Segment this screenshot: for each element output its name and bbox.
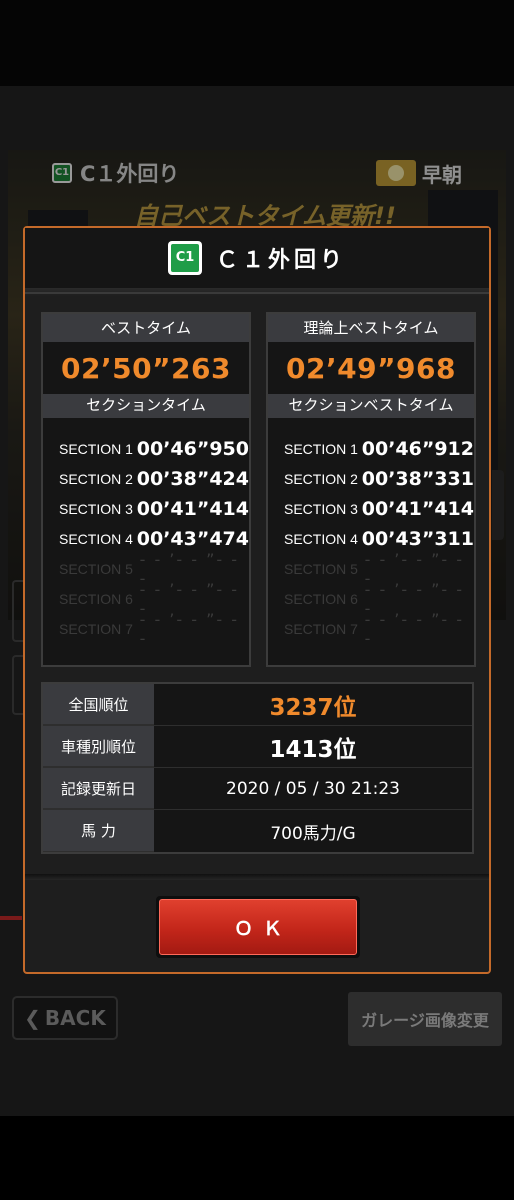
ranking-stats: 全国順位 3237位 車種別順位 1413位 記録更新日 2020 / 05 /… — [41, 682, 474, 854]
horsepower-value: 700馬力/G — [270, 823, 356, 844]
back-label: BACK — [44, 1006, 106, 1030]
section-time: 00’46”950 — [136, 438, 249, 460]
section-time: 00’41”414 — [136, 498, 249, 520]
section-time: 00’41”414 — [361, 498, 474, 520]
section-name: SECTION 7 — [59, 621, 133, 637]
section-name: SECTION 3 — [59, 501, 133, 517]
section-time: 00’46”912 — [361, 438, 474, 460]
section-name: SECTION 5 — [284, 561, 358, 577]
scene-header: C1 C１外回り 早朝 — [8, 150, 506, 196]
model-rank-value: 1413位 — [269, 736, 357, 763]
national-rank-value: 3237位 — [269, 694, 357, 721]
section-name: SECTION 1 — [59, 441, 133, 457]
section-row: SECTION 1 00’46”950 — [43, 434, 249, 464]
section-row: SECTION 7 - - ’- - ”- - - — [43, 610, 249, 648]
garage-image-button[interactable]: ガレージ画像変更 — [348, 992, 502, 1046]
modal-header: C1 Ｃ１外回り — [25, 228, 489, 288]
ok-button[interactable]: ＯＫ — [159, 899, 357, 955]
bottom-area — [0, 1116, 514, 1200]
scene-time-of-day: 早朝 — [376, 159, 462, 188]
modal-title: Ｃ１外回り — [215, 248, 346, 273]
section-row: SECTION 2 00’38”331 — [268, 464, 474, 494]
section-row: SECTION 7 - - ’- - ”- - - — [268, 610, 474, 648]
side-decoration — [0, 916, 22, 920]
section-time: 00’38”331 — [361, 468, 474, 490]
section-name: SECTION 2 — [59, 471, 133, 487]
section-name: SECTION 1 — [284, 441, 358, 457]
best-time-modal: C1 Ｃ１外回り ベストタイム 02’50”263 セクションタイム SECTI… — [23, 226, 491, 974]
theory-best-panel: 理論上ベストタイム 02’49”968 セクションベストタイム SECTION … — [266, 312, 476, 667]
stat-row: 記録更新日 2020 / 05 / 30 21:23 — [43, 768, 472, 810]
ok-button-frame: ＯＫ — [156, 896, 360, 958]
scene-course: C1 C１外回り — [52, 158, 179, 188]
stat-label: 記録更新日 — [43, 768, 154, 809]
c1-route-icon: C1 — [167, 241, 202, 275]
section-time: 00’38”424 — [136, 468, 249, 490]
section-row: SECTION 1 00’46”912 — [268, 434, 474, 464]
section-time: 00’43”474 — [136, 528, 249, 550]
status-bar-area — [0, 0, 514, 86]
section-list: SECTION 1 00’46”912 SECTION 2 00’38”331 SE… — [268, 418, 474, 648]
best-time-panel: ベストタイム 02’50”263 セクションタイム SECTION 1 00’46… — [41, 312, 251, 667]
section-best-heading: セクションベストタイム — [268, 394, 474, 418]
stat-label: 馬 力 — [43, 810, 154, 852]
divider — [25, 292, 489, 294]
chevron-left-icon: ❮ — [24, 1006, 41, 1030]
stat-label: 車種別順位 — [43, 726, 154, 767]
side-tab — [492, 470, 504, 540]
stat-row: 全国順位 3237位 — [43, 684, 472, 726]
stat-label: 全国順位 — [43, 684, 154, 725]
best-time-value: 02’50”263 — [61, 351, 231, 385]
section-name: SECTION 6 — [284, 591, 358, 607]
section-time: - - ’- - ”- - - — [364, 610, 465, 648]
section-time: - - ’- - ”- - - — [139, 610, 240, 648]
section-time: 00’43”311 — [361, 528, 474, 550]
c1-route-icon: C1 — [52, 163, 72, 183]
scene-course-name: C１外回り — [80, 162, 180, 186]
section-row: SECTION 3 00’41”414 — [43, 494, 249, 524]
theory-best-value: 02’49”968 — [286, 351, 456, 385]
c1-icon-label: C1 — [170, 244, 199, 272]
divider — [25, 874, 489, 880]
section-name: SECTION 4 — [284, 531, 358, 547]
stat-row: 馬 力 700馬力/G — [43, 810, 472, 852]
time-of-day-label: 早朝 — [422, 162, 462, 187]
section-name: SECTION 2 — [284, 471, 358, 487]
section-name: SECTION 7 — [284, 621, 358, 637]
best-time-heading: ベストタイム — [43, 314, 249, 342]
stat-row: 車種別順位 1413位 — [43, 726, 472, 768]
record-date-value: 2020 / 05 / 30 21:23 — [226, 778, 400, 799]
back-button[interactable]: ❮ BACK — [12, 996, 118, 1040]
section-name: SECTION 3 — [284, 501, 358, 517]
sun-icon — [376, 160, 416, 186]
section-time-heading: セクションタイム — [43, 394, 249, 418]
section-name: SECTION 4 — [59, 531, 133, 547]
section-list: SECTION 1 00’46”950 SECTION 2 00’38”424 SE… — [43, 418, 249, 648]
section-name: SECTION 5 — [59, 561, 133, 577]
theory-best-heading: 理論上ベストタイム — [268, 314, 474, 342]
section-row: SECTION 3 00’41”414 — [268, 494, 474, 524]
section-row: SECTION 2 00’38”424 — [43, 464, 249, 494]
section-name: SECTION 6 — [59, 591, 133, 607]
